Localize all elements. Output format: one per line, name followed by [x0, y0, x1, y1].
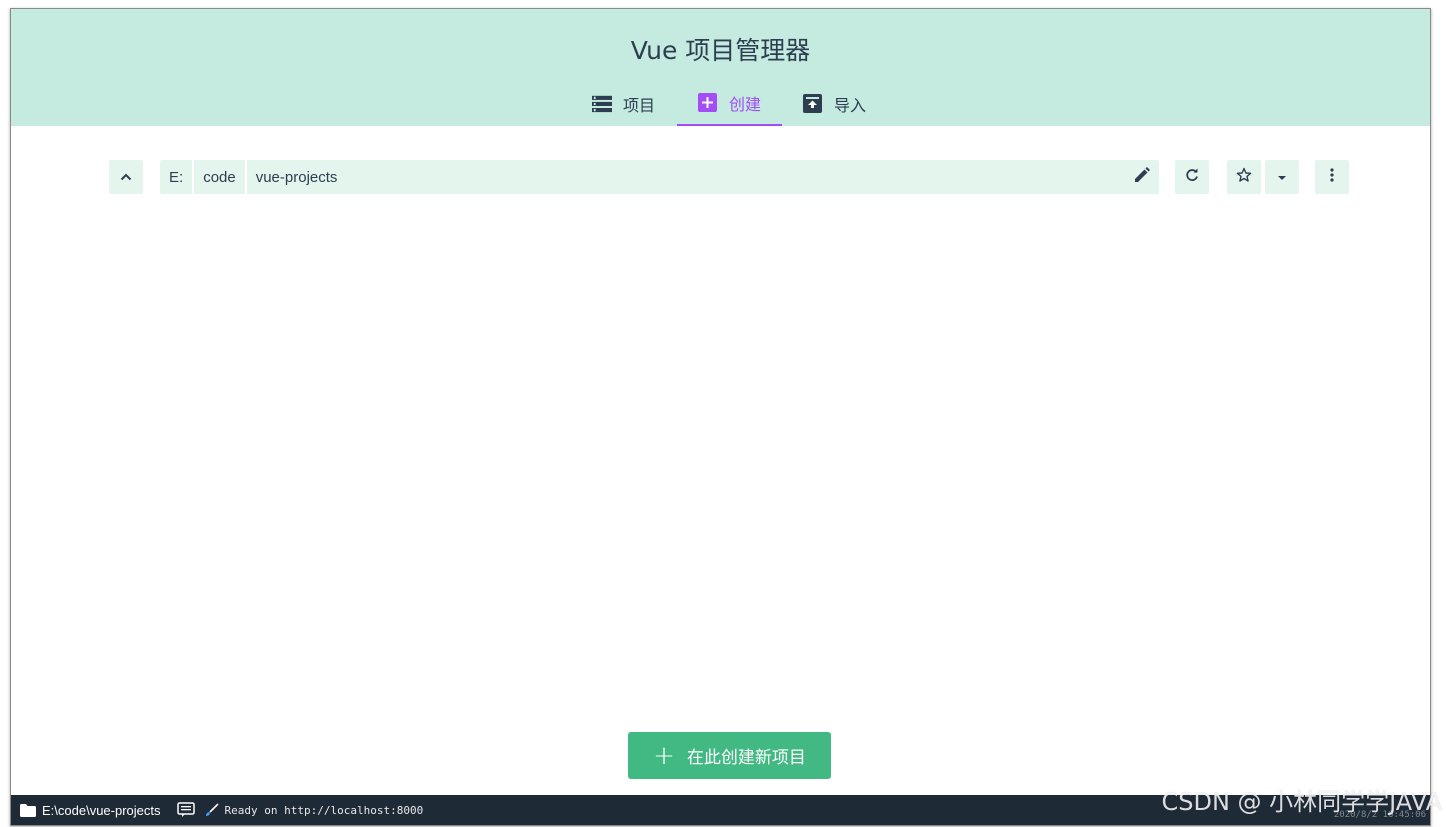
plus-icon: + [653, 740, 675, 771]
more-vert-icon [1330, 167, 1334, 187]
tab-bar: 项目 创建 导入 [11, 81, 1430, 126]
app-window: Vue 项目管理器 项目 创建 导入 E: code vue-projects … [10, 8, 1431, 826]
log-icon[interactable] [176, 802, 195, 818]
refresh-icon [1185, 168, 1199, 187]
star-outline-icon [1236, 167, 1252, 188]
favorite-button[interactable] [1227, 160, 1261, 194]
page-title: Vue 项目管理器 [630, 36, 811, 65]
path-segment[interactable]: code [194, 160, 247, 194]
create-project-here-button[interactable]: + 在此创建新项目 [628, 732, 831, 779]
path-segment[interactable]: vue-projects [247, 160, 347, 194]
add-box-icon [698, 93, 718, 113]
caret-down-icon [1277, 168, 1287, 186]
path-breadcrumb: E: code vue-projects [160, 160, 1159, 194]
parent-folder-button[interactable] [109, 160, 143, 194]
edit-path-button[interactable] [1125, 160, 1159, 194]
tab-import[interactable]: 导入 [792, 81, 877, 126]
chevron-up-icon [120, 168, 132, 186]
path-segment[interactable]: E: [160, 160, 195, 194]
more-options-button[interactable] [1315, 160, 1349, 194]
brush-icon [205, 803, 219, 817]
pencil-icon [1134, 166, 1150, 188]
tab-label: 导入 [833, 95, 866, 115]
unarchive-icon [803, 94, 823, 114]
tab-label: 创建 [728, 94, 761, 114]
favorites-dropdown-button[interactable] [1265, 160, 1299, 194]
tab-label: 项目 [622, 95, 655, 115]
tab-projects[interactable]: 项目 [581, 81, 666, 126]
create-project-label: 在此创建新项目 [686, 748, 806, 768]
status-cwd[interactable]: E:\code\vue-projects [20, 803, 161, 818]
cwd-label: E:\code\vue-projects [42, 802, 161, 818]
header: Vue 项目管理器 项目 创建 导入 [11, 9, 1430, 126]
watermark: CSDN @ 小林同学学JAVA [1161, 788, 1442, 816]
status-message: Ready on http://localhost:8000 [224, 803, 424, 817]
folder-icon [20, 803, 36, 817]
refresh-button[interactable] [1175, 160, 1209, 194]
list-icon [591, 94, 612, 114]
tab-create[interactable]: 创建 [677, 81, 782, 126]
